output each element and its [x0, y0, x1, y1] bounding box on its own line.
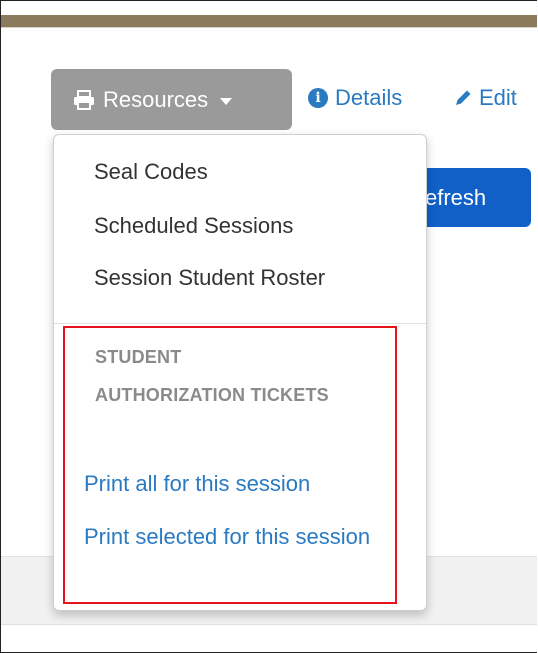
top-header-bar: [1, 15, 537, 27]
refresh-button-label: efresh: [425, 185, 487, 210]
info-circle-icon: i: [308, 88, 328, 108]
print-all-link[interactable]: Print all for this session: [84, 465, 384, 503]
pencil-icon: [456, 90, 471, 105]
edit-link-label: Edit: [479, 85, 517, 110]
resources-dropdown-menu: Seal Codes Scheduled Sessions Session St…: [53, 134, 427, 611]
menu-item-seal-codes[interactable]: Seal Codes: [94, 159, 208, 185]
caret-down-icon: [220, 97, 233, 105]
menu-divider: [54, 323, 426, 324]
details-link[interactable]: i Details: [308, 85, 402, 111]
menu-item-scheduled-sessions[interactable]: Scheduled Sessions: [94, 213, 293, 239]
content-divider: [1, 624, 537, 625]
header-divider: [1, 27, 537, 28]
resources-dropdown-button[interactable]: Resources: [51, 69, 292, 130]
edit-link[interactable]: Edit: [453, 85, 517, 111]
printer-icon: [74, 89, 94, 110]
print-selected-link[interactable]: Print selected for this session: [84, 518, 384, 556]
page-frame: efresh Resources i Details Edit Seal Cod…: [0, 0, 537, 653]
menu-item-session-student-roster[interactable]: Session Student Roster: [94, 265, 325, 291]
resources-button-label: Resources: [103, 86, 209, 112]
details-link-label: Details: [335, 85, 403, 110]
section-header-authorization-tickets: STUDENT AUTHORIZATION TICKETS: [95, 347, 329, 405]
